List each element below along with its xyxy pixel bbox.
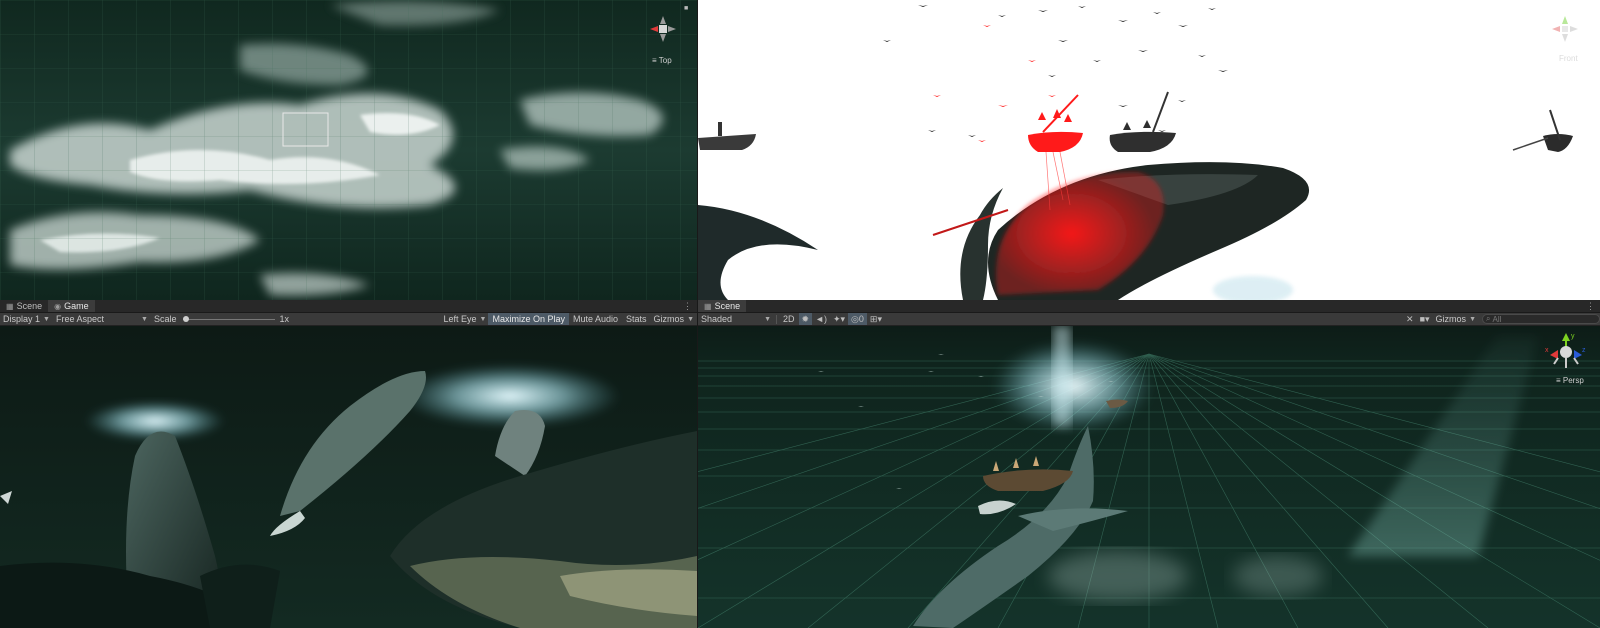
whale-front-render <box>698 0 1600 300</box>
grid-snap-icon[interactable]: ⊞▾ <box>867 314 885 325</box>
toggle-2d-button[interactable]: 2D <box>779 313 799 325</box>
front-viewport[interactable]: Front <box>698 0 1600 300</box>
chevron-down-icon: ▼ <box>1469 315 1476 323</box>
effects-icon[interactable]: ✦▾ <box>830 314 848 325</box>
scene-panel: ▦ Scene ⋮ Shaded ▼ 2D ✹ ◄) ✦▾ ◎ 0 ⊞▾ ✕ ■… <box>698 300 1600 628</box>
grid-icon: ▦ <box>6 301 14 311</box>
scene-view-front[interactable]: Front <box>698 0 1600 300</box>
chevron-down-icon: ▼ <box>479 315 487 323</box>
svg-text:y: y <box>1571 333 1575 340</box>
orientation-gizmo[interactable] <box>648 14 678 44</box>
chevron-down-icon: ▼ <box>141 315 148 323</box>
game-panel: ▦ Scene ◉ Game ⋮ Display 1 ▼ Free Aspect… <box>0 300 697 628</box>
chevron-down-icon: ▼ <box>43 315 50 323</box>
display-dropdown[interactable]: Display 1 ▼ <box>0 314 53 324</box>
tab-scene[interactable]: ▦ Scene <box>0 300 48 312</box>
svg-text:z: z <box>1582 347 1586 354</box>
tools-icon[interactable]: ✕ <box>1403 314 1417 325</box>
scale-label: Scale <box>153 314 177 324</box>
scale-slider[interactable] <box>183 315 276 324</box>
gizmos-dropdown[interactable]: Gizmos ▼ <box>651 314 697 324</box>
orientation-gizmo[interactable]: y x z <box>1544 330 1588 374</box>
tab-game[interactable]: ◉ Game <box>48 300 95 312</box>
camera-icon[interactable]: ■▾ <box>1417 314 1433 325</box>
shading-dropdown[interactable]: Shaded ▼ <box>698 314 774 324</box>
lock-icon[interactable]: ■ <box>684 5 688 12</box>
orientation-gizmo[interactable] <box>1548 12 1582 46</box>
search-input[interactable]: ⌕ All <box>1482 314 1600 324</box>
search-icon: ⌕ <box>1486 314 1491 323</box>
gizmos-dropdown[interactable]: Gizmos ▼ <box>1433 314 1479 324</box>
scene-tabbar: ▦ Scene ⋮ <box>698 300 1600 313</box>
eye-dropdown[interactable]: Left Eye ▼ <box>440 314 488 324</box>
chevron-down-icon: ▼ <box>687 315 694 323</box>
scene-viewport[interactable]: y x z ≡ Persp <box>698 326 1600 628</box>
game-toolbar: Display 1 ▼ Free Aspect ▼ Scale 1x Left … <box>0 313 697 326</box>
grid-icon: ▦ <box>704 301 712 311</box>
ocean-top-render <box>0 0 697 300</box>
mute-audio-toggle[interactable]: Mute Audio <box>569 313 622 325</box>
slider-handle[interactable] <box>183 315 190 322</box>
tab-scene[interactable]: ▦ Scene <box>698 300 747 312</box>
top-viewport[interactable]: ■ ≡ Top <box>0 0 697 300</box>
game-tabbar: ▦ Scene ◉ Game ⋮ <box>0 300 697 313</box>
projection-toggle[interactable]: ≡ Persp <box>1556 376 1584 385</box>
maximize-on-play-toggle[interactable]: Maximize On Play <box>488 313 569 325</box>
chevron-down-icon: ▼ <box>764 315 771 323</box>
scale-value: 1x <box>279 314 289 324</box>
gamepad-icon: ◉ <box>54 301 62 311</box>
scene-persp-render <box>698 326 1600 628</box>
audio-icon[interactable]: ◄) <box>812 314 830 324</box>
scene-toolbar: Shaded ▼ 2D ✹ ◄) ✦▾ ◎ 0 ⊞▾ ✕ ■▾ Gizmos ▼… <box>698 313 1600 326</box>
view-mode-label[interactable]: ≡ Top <box>652 56 672 65</box>
stats-toggle[interactable]: Stats <box>622 313 651 325</box>
more-icon[interactable]: ⋮ <box>1581 300 1600 312</box>
game-render <box>0 326 697 628</box>
hidden-objects-icon[interactable]: ◎ 0 <box>848 313 867 325</box>
game-viewport[interactable] <box>0 326 697 628</box>
more-icon[interactable]: ⋮ <box>678 300 697 312</box>
view-mode-label[interactable]: Front <box>1559 54 1578 63</box>
svg-text:x: x <box>1545 347 1549 354</box>
aspect-dropdown[interactable]: Free Aspect ▼ <box>53 314 151 324</box>
scene-view-top[interactable]: ■ ≡ Top <box>0 0 697 300</box>
lighting-icon[interactable]: ✹ <box>798 313 813 325</box>
